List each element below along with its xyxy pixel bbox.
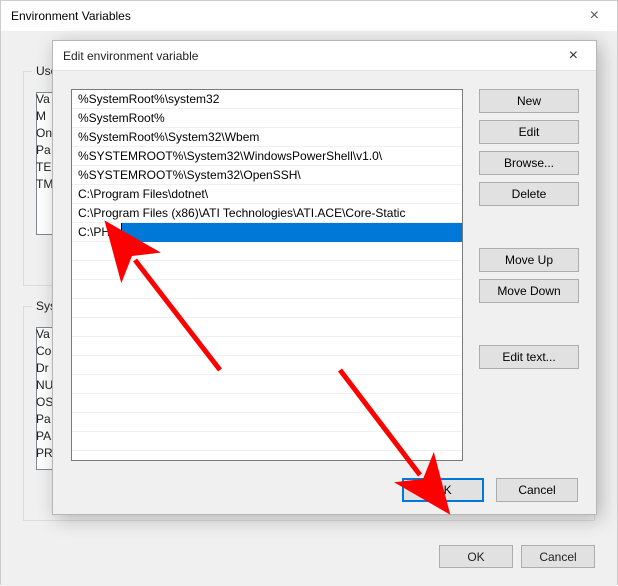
- path-entry[interactable]: C:\Program Files (x86)\ATI Technologies\…: [72, 204, 462, 223]
- cancel-button[interactable]: Cancel: [521, 545, 595, 568]
- list-item: M: [36, 109, 53, 123]
- list-item: TE: [36, 160, 53, 174]
- list-item: TM: [36, 177, 53, 191]
- back-titlebar: Environment Variables ×: [1, 1, 617, 31]
- list-item: NU: [36, 378, 53, 392]
- empty-row: [72, 394, 462, 413]
- empty-row: [72, 413, 462, 432]
- path-entries-list[interactable]: %SystemRoot%\system32%SystemRoot%%System…: [71, 89, 463, 461]
- list-item: Va: [36, 92, 53, 106]
- ok-button[interactable]: OK: [439, 545, 513, 568]
- side-buttons: New Edit Browse... Delete Move Up Move D…: [479, 89, 579, 369]
- ok-button[interactable]: OK: [402, 478, 484, 502]
- path-entry[interactable]: %SystemRoot%\System32\Wbem: [72, 128, 462, 147]
- path-entry[interactable]: %SYSTEMROOT%\System32\WindowsPowerShell\…: [72, 147, 462, 166]
- front-titlebar: Edit environment variable ×: [53, 41, 596, 71]
- selection-highlight: [122, 223, 462, 242]
- empty-row: [72, 242, 462, 261]
- list-item: On: [36, 126, 53, 140]
- browse-button[interactable]: Browse...: [479, 151, 579, 175]
- edit-text-button[interactable]: Edit text...: [479, 345, 579, 369]
- delete-button[interactable]: Delete: [479, 182, 579, 206]
- new-button[interactable]: New: [479, 89, 579, 113]
- list-item: Pa: [36, 412, 53, 426]
- front-body: %SystemRoot%\system32%SystemRoot%%System…: [53, 71, 596, 516]
- list-item: PR: [36, 446, 53, 460]
- empty-row: [72, 299, 462, 318]
- edit-env-var-dialog: Edit environment variable × %SystemRoot%…: [52, 40, 597, 515]
- path-edit-input[interactable]: [72, 223, 122, 241]
- list-item: Pa: [36, 143, 53, 157]
- move-down-button[interactable]: Move Down: [479, 279, 579, 303]
- empty-row: [72, 318, 462, 337]
- list-item: OS: [36, 395, 53, 409]
- user-rows: Va M On Pa TE TM: [36, 92, 53, 191]
- front-title: Edit environment variable: [63, 49, 198, 63]
- path-entry[interactable]: %SYSTEMROOT%\System32\OpenSSH\: [72, 166, 462, 185]
- path-entry-editing[interactable]: [72, 223, 462, 242]
- path-entry[interactable]: %SystemRoot%\system32: [72, 90, 462, 109]
- empty-row: [72, 280, 462, 299]
- path-entry[interactable]: C:\Program Files\dotnet\: [72, 185, 462, 204]
- sys-rows: Va Co Dr NU OS Pa PA PR: [36, 327, 53, 460]
- list-item: Dr: [36, 361, 53, 375]
- empty-row: [72, 337, 462, 356]
- list-item: PA: [36, 429, 53, 443]
- back-dialog-buttons: OK Cancel: [439, 545, 595, 568]
- list-item: Co: [36, 344, 53, 358]
- close-icon[interactable]: ×: [561, 45, 586, 67]
- move-up-button[interactable]: Move Up: [479, 248, 579, 272]
- back-title: Environment Variables: [11, 9, 131, 23]
- list-item: Va: [36, 327, 53, 341]
- cancel-button[interactable]: Cancel: [496, 478, 578, 502]
- empty-row: [72, 375, 462, 394]
- edit-button[interactable]: Edit: [479, 120, 579, 144]
- path-entry[interactable]: %SystemRoot%: [72, 109, 462, 128]
- empty-row: [72, 261, 462, 280]
- front-dialog-buttons: OK Cancel: [402, 478, 578, 502]
- empty-row: [72, 356, 462, 375]
- empty-row: [72, 432, 462, 451]
- close-icon[interactable]: ×: [582, 5, 607, 27]
